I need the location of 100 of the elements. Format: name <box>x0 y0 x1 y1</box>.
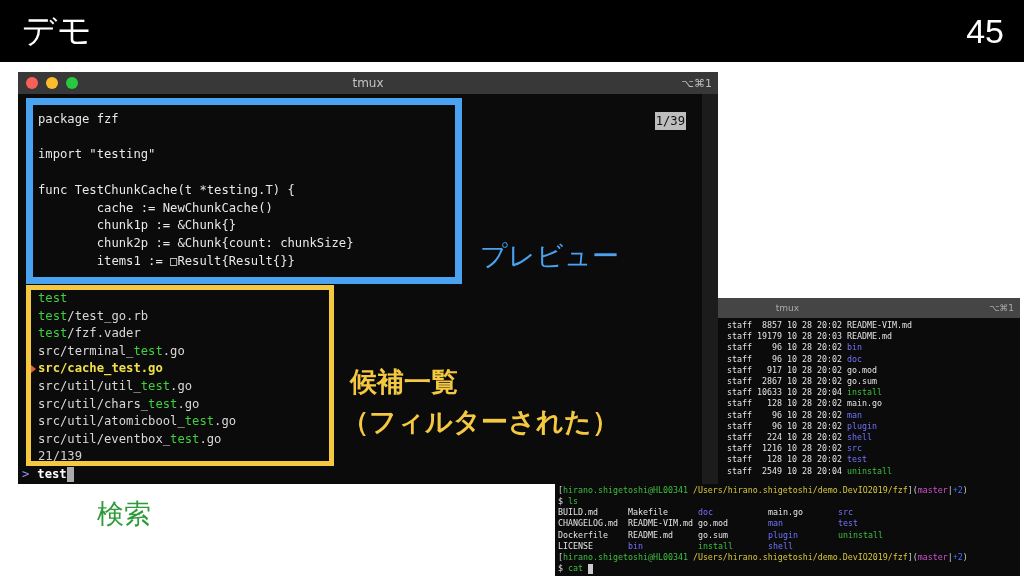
window-title: tmux <box>352 76 384 90</box>
file-name: man <box>768 518 783 530</box>
file-date: 10 28 20:03 <box>787 331 842 343</box>
file-name: doc <box>698 507 713 519</box>
prompt-symbol: $ <box>558 563 563 575</box>
file-date: 10 28 20:02 <box>787 364 842 376</box>
file-size: 2867 <box>761 376 782 388</box>
code-preview: package fzf import "testing" func TestChunkCache(t *testing.T) { cache := NewChunkCache() chunk1p := &Chunk{} chunk2p := &Chunk{count: chunkSize} items1 := □Result{Result{}} <box>38 111 355 270</box>
command-text: cat <box>568 563 583 575</box>
file-owner: staff <box>727 443 752 455</box>
result-item[interactable]: src/util/eventbox_test.go <box>38 430 222 449</box>
file-size: 19179 <box>757 331 782 343</box>
file-name: go.sum <box>846 376 877 388</box>
file-date: 10 28 20:02 <box>787 320 842 332</box>
file-name: bin <box>628 540 643 553</box>
file-name: plugin <box>846 420 877 433</box>
file-name: uninstall <box>838 529 883 541</box>
result-item[interactable]: src/util/util_test.go <box>38 377 193 396</box>
file-name: src <box>846 443 862 455</box>
result-item[interactable]: test/fzf.vader <box>38 325 141 343</box>
minimize-button[interactable] <box>46 77 58 89</box>
file-name: README.md <box>628 529 673 541</box>
file-name: shell <box>846 432 872 444</box>
file-size: 96 <box>771 342 782 354</box>
query-field[interactable]: test <box>37 466 74 484</box>
file-date: 10 28 20:02 <box>787 443 842 455</box>
shortcut-label: ⌥⌘1 <box>681 76 712 90</box>
file-date: 10 28 20:02 <box>787 376 842 388</box>
file-date: 10 28 20:02 <box>787 398 842 410</box>
file-owner: staff <box>727 376 752 388</box>
file-name: README-VIM.md <box>628 518 693 530</box>
file-name: shell <box>768 540 793 553</box>
file-size: 2549 <box>761 465 782 477</box>
file-name: test <box>838 518 858 530</box>
file-date: 10 28 20:02 <box>787 432 842 444</box>
file-date: 10 28 20:02 <box>787 342 842 354</box>
file-owner: staff <box>727 409 752 421</box>
file-owner: staff <box>727 353 752 365</box>
file-name: go.mod <box>698 518 728 530</box>
result-count: 21/139 <box>38 448 83 466</box>
file-name: README-VIM.md <box>846 320 912 332</box>
file-size: 128 <box>766 454 782 466</box>
file-date: 10 28 20:02 <box>787 353 842 365</box>
file-size: 96 <box>771 420 782 433</box>
result-item[interactable]: test <box>38 290 68 308</box>
shortcut-label: ⌥⌘1 <box>988 303 1014 313</box>
file-owner: staff <box>727 420 752 433</box>
file-date: 10 28 20:02 <box>787 454 842 466</box>
file-owner: staff <box>727 387 752 399</box>
slide-title: デモ <box>22 9 92 52</box>
prompt-symbol: > <box>22 466 30 483</box>
file-name: uninstall <box>846 465 892 477</box>
file-size: 224 <box>766 432 782 444</box>
result-item[interactable]: src/util/atomicbool_test.go <box>38 413 237 431</box>
file-owner: staff <box>727 398 752 410</box>
file-owner: staff <box>727 432 752 444</box>
result-item[interactable]: src/terminal_test.go <box>38 342 185 361</box>
match-counter: 1/39 <box>654 112 686 130</box>
page-number: 45 <box>966 11 1004 51</box>
file-name: Dockerfile <box>558 529 608 541</box>
file-name: main.go <box>846 398 882 410</box>
result-item[interactable]: src/util/chars_test.go <box>38 395 200 414</box>
file-name: man <box>846 409 862 421</box>
file-date: 10 28 20:04 <box>787 387 842 399</box>
file-owner: staff <box>727 331 752 343</box>
file-date: 10 28 20:02 <box>787 420 842 433</box>
file-size: 128 <box>766 398 782 410</box>
window-title: tmux <box>775 303 800 313</box>
file-size: 917 <box>766 364 782 376</box>
file-name: doc <box>846 353 862 365</box>
result-item[interactable]: src/cache_test.go <box>38 360 163 378</box>
file-name: bin <box>846 342 862 354</box>
file-name: go.sum <box>698 529 728 541</box>
result-item[interactable]: test/test_go.rb <box>38 307 149 326</box>
zoom-button[interactable] <box>66 77 78 89</box>
annotation-label: 候補一覧 <box>350 365 458 399</box>
file-name: main.go <box>768 507 803 519</box>
file-name: Makefile <box>628 507 668 519</box>
file-name: install <box>846 387 882 399</box>
file-date: 10 28 20:02 <box>787 409 842 421</box>
file-size: 96 <box>771 353 782 365</box>
prompt-text: [hirano.shigetoshi@HL00341 /Users/hirano.shigetoshi/demo.DevIO2019/fzf](master|+2) <box>558 484 968 497</box>
file-size: 10633 <box>757 387 782 399</box>
file-name: src <box>838 507 853 519</box>
file-name: go.mod <box>846 364 877 376</box>
file-owner: staff <box>727 454 752 466</box>
file-size: 1216 <box>761 443 782 455</box>
file-size: 96 <box>771 409 782 421</box>
file-name: install <box>698 540 733 553</box>
prompt-text: [hirano.shigetoshi@HL00341 /Users/hirano.shigetoshi/demo.DevIO2019/fzf](master|+2) <box>558 552 968 564</box>
file-owner: staff <box>727 320 752 332</box>
file-date: 10 28 20:04 <box>787 465 842 477</box>
file-size: 8857 <box>761 320 782 332</box>
command-text: ls <box>568 496 578 508</box>
annotation-label: プレビュー <box>480 239 619 273</box>
close-button[interactable] <box>26 77 38 89</box>
file-owner: staff <box>727 465 752 477</box>
file-owner: staff <box>727 342 752 354</box>
file-name: CHANGELOG.md <box>558 518 618 530</box>
file-name: BUILD.md <box>558 507 598 519</box>
